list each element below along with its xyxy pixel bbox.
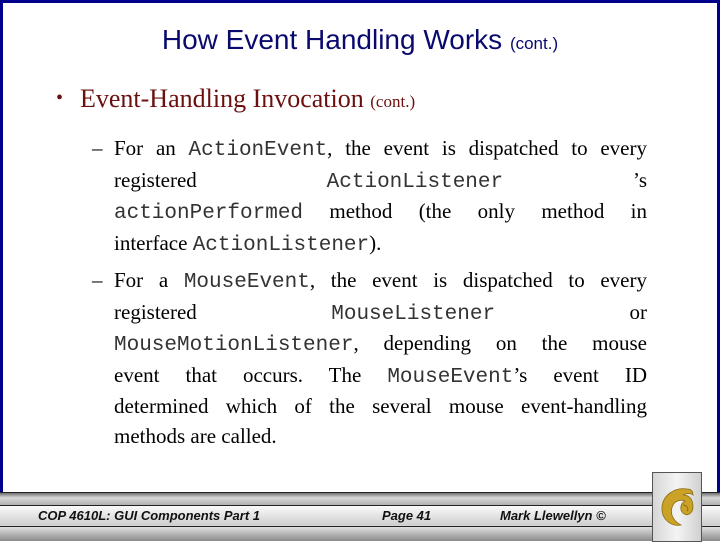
text-segment: For a xyxy=(114,268,184,292)
code-identifier: ActionListener xyxy=(192,233,370,257)
text-segment: For an xyxy=(114,136,189,160)
slide-title: How Event Handling Works (cont.) xyxy=(0,24,720,56)
code-identifier: ActionEvent xyxy=(188,139,328,162)
footer-page-number: Page 41 xyxy=(382,508,432,523)
title-main: How Event Handling Works xyxy=(161,24,503,55)
code-identifier: MouseMotionListener xyxy=(114,334,354,357)
text-line: registered ActionListener ’s xyxy=(114,166,647,198)
text-segment: event that occurs. The xyxy=(114,362,388,387)
bullet-suffix: (cont.) xyxy=(370,92,416,111)
text-segment: determined which of the several mouse ev… xyxy=(114,394,647,418)
text-line: event that occurs. The MouseEvent’s even… xyxy=(114,361,647,393)
text-segment: method (the only method in xyxy=(303,199,647,223)
text-segment: or xyxy=(629,299,648,324)
code-identifier: MouseListener xyxy=(331,302,496,326)
text-line: actionPerformed method (the only method … xyxy=(114,197,647,229)
bullet-icon: • xyxy=(56,87,64,109)
code-identifier: ActionListener xyxy=(326,170,504,194)
footer-author: Mark Llewellyn © xyxy=(500,508,606,523)
dash-icon: – xyxy=(92,136,103,160)
text-segment: registered xyxy=(114,167,197,192)
bullet-item: • Event-Handling Invocation (cont.) xyxy=(56,84,415,114)
title-suffix: (cont.) xyxy=(509,34,559,53)
text-segment: , depending on the mouse xyxy=(353,331,647,355)
sub-item-mouse-event: – For a MouseEvent, the event is dispatc… xyxy=(92,266,647,452)
code-identifier: MouseEvent xyxy=(387,365,514,389)
logo-box xyxy=(652,472,702,542)
code-identifier: actionPerformed xyxy=(114,202,304,225)
sub-item-action-event: – For an ActionEvent, the event is dispa… xyxy=(92,134,647,261)
footer-bar: COP 4610L: GUI Components Part 1 Page 41… xyxy=(0,492,720,541)
footer-bottom-stripe xyxy=(0,526,720,541)
pegasus-logo-icon xyxy=(661,488,694,526)
footer-course: COP 4610L: GUI Components Part 1 xyxy=(38,508,261,523)
text-segment: registered xyxy=(114,299,197,324)
slide: How Event Handling Works (cont.) • Event-… xyxy=(0,0,720,542)
text-segment: , the event is dispatched to every xyxy=(309,268,647,292)
dash-icon: – xyxy=(92,268,103,292)
text-line: determined which of the several mouse ev… xyxy=(114,392,647,422)
footer-top-stripe xyxy=(0,492,720,506)
text-line: MouseMotionListener, depending on the mo… xyxy=(114,329,647,361)
text-segment: interface xyxy=(114,230,193,255)
text-line: interface ActionListener). xyxy=(114,229,647,261)
text-segment: ). xyxy=(369,230,382,255)
bullet-text: Event-Handling Invocation xyxy=(80,84,364,113)
code-identifier: MouseEvent xyxy=(183,271,310,294)
text-line: registered MouseListener or xyxy=(114,298,647,330)
text-segment: ’s xyxy=(632,167,647,192)
text-segment: ’s event ID xyxy=(513,362,647,387)
text-segment: methods are called. xyxy=(114,423,277,448)
text-line: methods are called. xyxy=(114,422,647,452)
text-line: For an ActionEvent, the event is dispatc… xyxy=(114,134,647,166)
text-line: For a MouseEvent, the event is dispatche… xyxy=(114,266,647,298)
text-segment: , the event is dispatched to every xyxy=(327,136,647,160)
